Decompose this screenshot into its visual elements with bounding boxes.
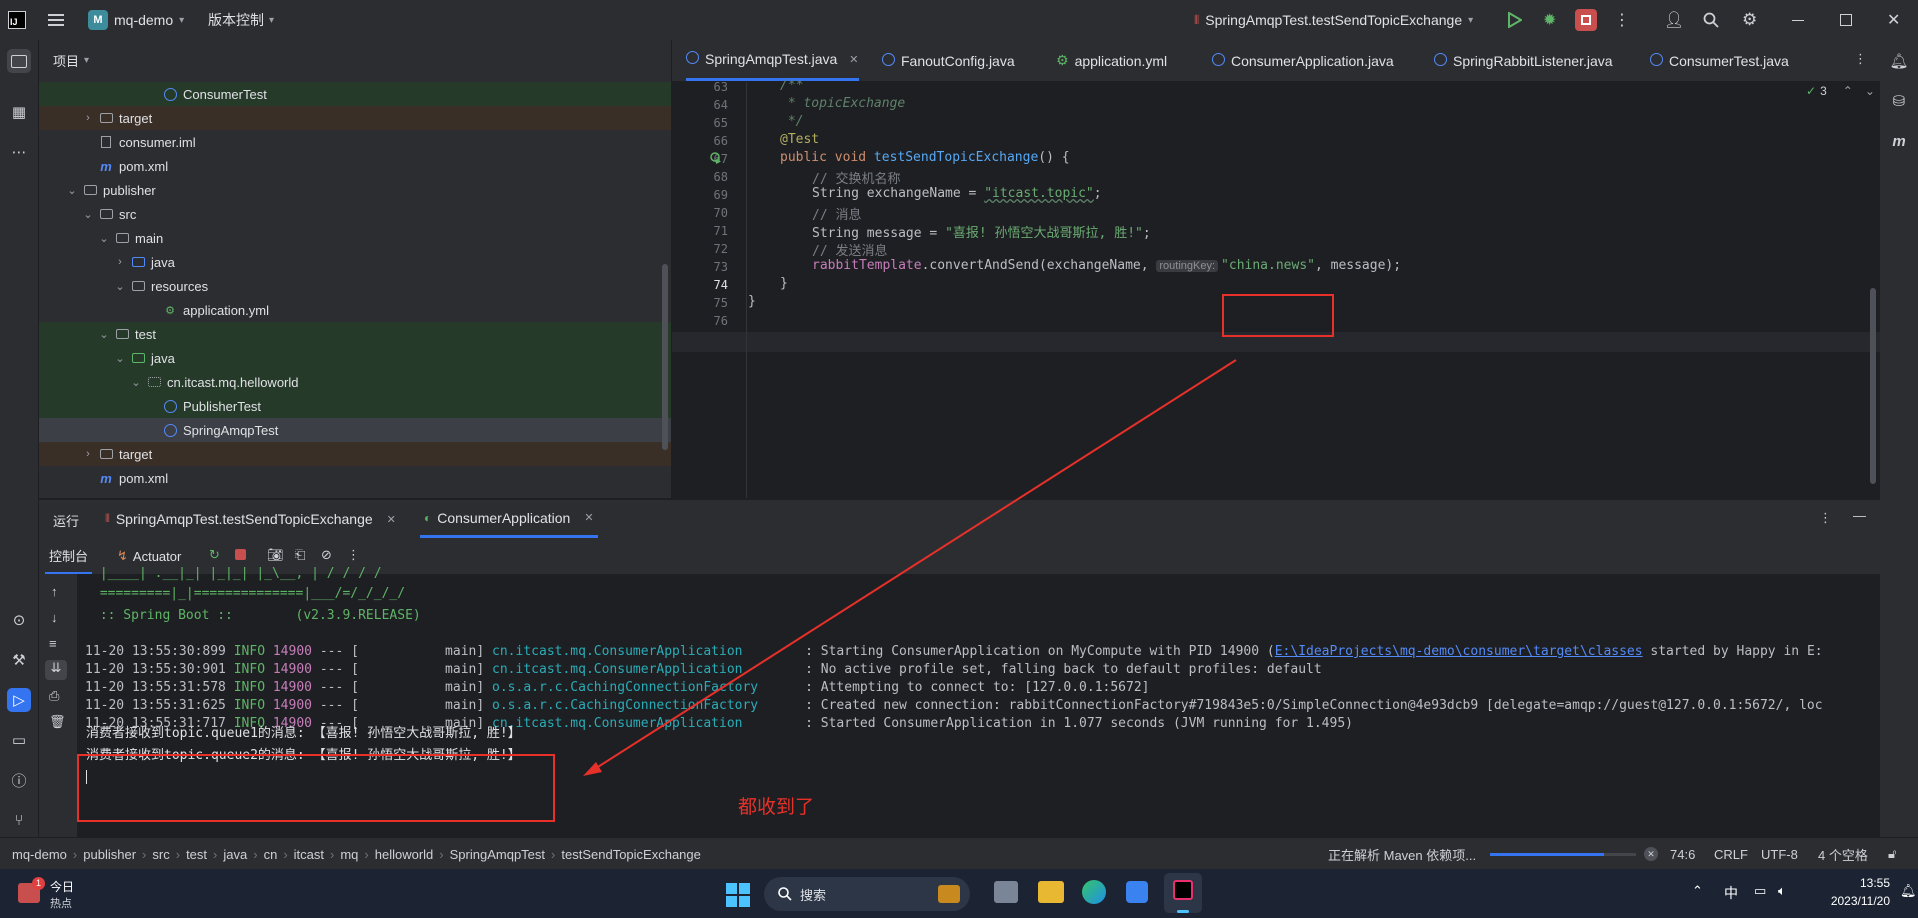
taskbar-search-box[interactable]: 搜索 (764, 877, 970, 911)
annotation-overlay (77, 294, 1334, 822)
breadcrumb: mq-demo › publisher › src › test › java › cn › itcas… (12, 838, 701, 870)
tray-chevron-up-icon[interactable]: ⌃ (1692, 883, 1703, 899)
store-icon[interactable] (1126, 881, 1148, 903)
breadcrumb-item[interactable]: testSendTopicExchange (561, 847, 700, 862)
breadcrumb-item[interactable]: helloworld (375, 847, 434, 862)
file-explorer-icon[interactable] (1038, 881, 1064, 903)
breadcrumb-separator: › (330, 846, 335, 862)
breadcrumb-item[interactable]: publisher (83, 847, 136, 862)
notification-icon[interactable]: 🔔︎ (1900, 883, 1917, 899)
caret-position[interactable]: 74:6 (1670, 838, 1695, 870)
maven-progress-bar (1490, 853, 1636, 856)
breadcrumb-item[interactable]: mq (340, 847, 358, 862)
network-icon[interactable]: ▭ (1754, 883, 1766, 899)
highlight-box-routing-key (1222, 294, 1334, 337)
annotation-text: 都收到了 (738, 797, 815, 818)
breadcrumb-separator: › (72, 846, 78, 862)
breadcrumb-item[interactable]: SpringAmqpTest (450, 847, 545, 862)
windows-taskbar: 1 今日 热点 搜索 ⌃ 中 ▭ 🔈︎ 13:55 2023/11/20 🔔︎ (0, 869, 1918, 918)
breadcrumb-item[interactable]: src (152, 847, 169, 862)
line-separator[interactable]: CRLF (1714, 838, 1748, 870)
maven-status: 正在解析 Maven 依赖项... (1328, 847, 1477, 863)
breadcrumb-item[interactable]: cn (264, 847, 278, 862)
search-placeholder: 搜索 (800, 888, 827, 903)
clock-date[interactable]: 2023/11/20 (1810, 894, 1890, 908)
intellij-taskbar-icon[interactable] (1164, 873, 1202, 913)
notification-badge: 1 (32, 877, 45, 890)
breadcrumb-item[interactable]: mq-demo (12, 847, 67, 862)
task-view-icon[interactable] (994, 881, 1018, 903)
highlight-box-received (77, 754, 555, 822)
status-bar: mq-demo › publisher › src › test › java › cn › itcas… (0, 837, 1918, 870)
indent-setting[interactable]: 4 个空格 (1818, 838, 1868, 870)
widget-title: 今日 (50, 880, 75, 894)
breadcrumb-item[interactable]: java (223, 847, 247, 862)
breadcrumb-separator: › (142, 846, 147, 862)
search-highlight-icon (938, 885, 960, 903)
edge-browser-icon[interactable] (1082, 880, 1106, 904)
annotation-arrow (589, 359, 1237, 773)
breadcrumb-separator: › (551, 846, 556, 862)
breadcrumb-separator: › (283, 846, 288, 862)
file-encoding[interactable]: UTF-8 (1761, 838, 1798, 870)
breadcrumb-separator: › (253, 846, 258, 862)
breadcrumb-item[interactable]: test (186, 847, 207, 862)
breadcrumb-separator: › (439, 846, 444, 862)
volume-icon[interactable]: 🔈︎ (1778, 883, 1786, 899)
clock-time[interactable]: 13:55 (1830, 876, 1890, 890)
lock-icon[interactable]: 🔓︎ (1888, 838, 1896, 870)
widget-subtitle: 热点 (50, 898, 72, 910)
news-widget[interactable]: 1 今日 热点 (18, 877, 118, 911)
start-windows-icon[interactable] (726, 883, 750, 910)
breadcrumb-separator: › (213, 846, 218, 862)
cancel-icon[interactable]: ✕ (1644, 847, 1658, 861)
breadcrumb-separator: › (364, 846, 369, 862)
breadcrumb-item[interactable]: itcast (294, 847, 324, 862)
arrow-head (583, 762, 602, 776)
ime-indicator[interactable]: 中 (1724, 883, 1738, 903)
breadcrumb-separator: › (175, 846, 181, 862)
